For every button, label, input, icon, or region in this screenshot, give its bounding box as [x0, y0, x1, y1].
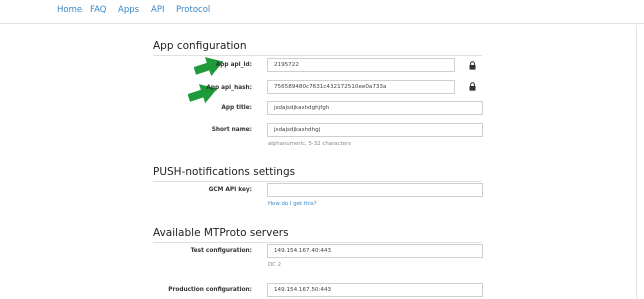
app-title-field[interactable]: jsdajsdjkashdghjfgh — [267, 101, 483, 115]
lock-icon — [469, 61, 476, 70]
page-border-right — [636, 25, 637, 299]
api-id-label: App api_id: — [215, 62, 252, 68]
nav-divider — [0, 23, 644, 24]
nav-faq[interactable]: FAQ — [90, 5, 106, 15]
app-config-title: App configuration — [153, 40, 247, 52]
api-id-field[interactable]: 2195722 — [267, 58, 455, 72]
short-name-label: Short name: — [211, 127, 252, 133]
test-config-dc: DC 2 — [268, 262, 282, 268]
gcm-help-link[interactable]: How do I get this? — [268, 201, 316, 207]
push-settings-title: PUSH-notifications settings — [153, 166, 296, 178]
nav-apps[interactable]: Apps — [118, 5, 139, 15]
lock-icon — [469, 82, 476, 91]
prod-config-field[interactable]: 149.154.167.50:443 — [267, 283, 483, 297]
servers-rule — [153, 242, 482, 243]
nav-protocol[interactable]: Protocol — [176, 5, 210, 15]
gcm-api-key-field[interactable] — [267, 183, 483, 197]
push-settings-rule — [153, 181, 482, 182]
prod-config-label: Production configuration: — [168, 287, 252, 293]
nav-api[interactable]: API — [151, 5, 164, 15]
test-config-label: Test configuration: — [190, 248, 252, 254]
nav-home[interactable]: Home — [57, 5, 82, 15]
servers-title: Available MTProto servers — [153, 227, 289, 239]
short-name-help: alphanumeric, 5-32 characters — [268, 141, 352, 147]
api-hash-field[interactable]: 756589480c7631c432172510ee0a733a — [267, 80, 455, 94]
top-nav: Home FAQ Apps API Protocol — [0, 0, 644, 24]
test-config-field[interactable]: 149.154.167.40:443 — [267, 244, 483, 258]
gcm-api-key-label: GCM API key: — [208, 187, 252, 193]
short-name-field[interactable]: jsdajsdjkashdhgj — [267, 123, 483, 137]
app-title-label: App title: — [221, 105, 252, 111]
api-hash-label: App api_hash: — [206, 85, 252, 91]
